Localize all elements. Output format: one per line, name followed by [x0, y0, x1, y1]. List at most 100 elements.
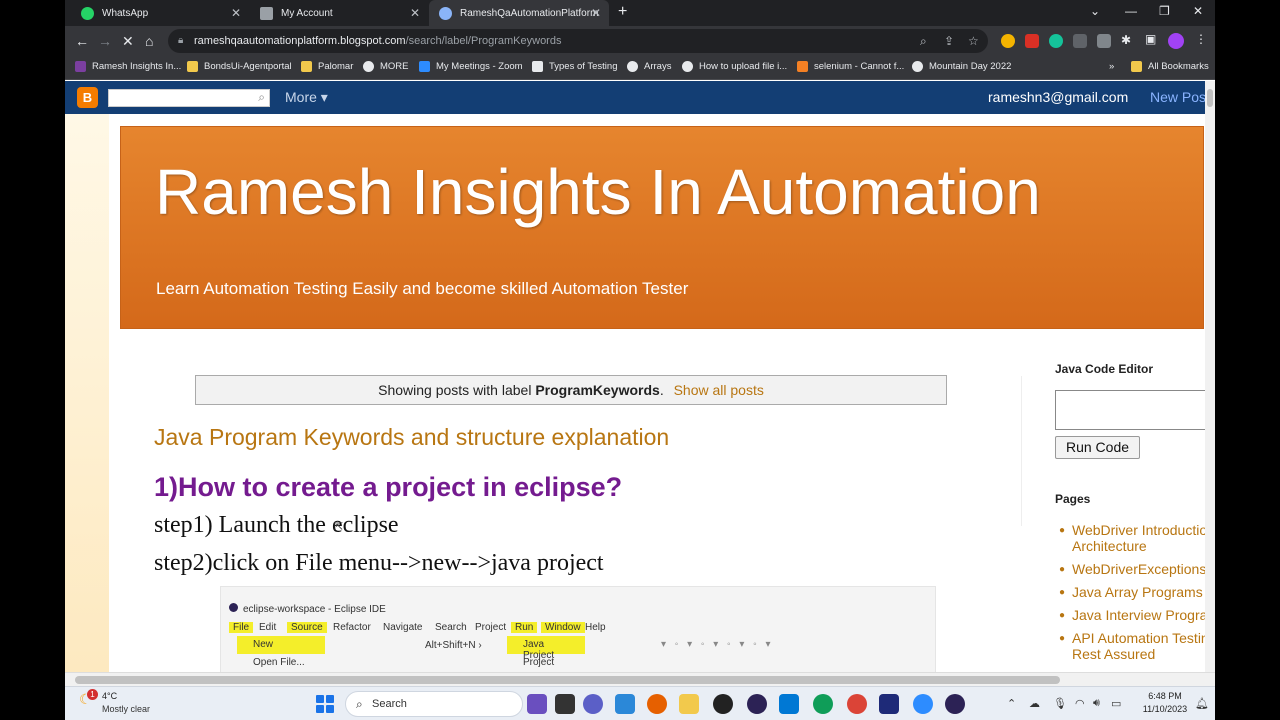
- battery-icon[interactable]: ▭: [1111, 697, 1121, 710]
- tab-my-account[interactable]: My Account ✕: [250, 0, 428, 26]
- page-link-java-array-programs[interactable]: Java Array Programs: [1072, 584, 1203, 600]
- home-icon[interactable]: ⌂: [145, 33, 153, 49]
- bookmark-item[interactable]: selenium - Cannot f...: [797, 61, 904, 72]
- blog-title[interactable]: Ramesh Insights In Automation: [155, 155, 1041, 229]
- eclipse-menu-search: Search: [435, 622, 467, 633]
- weather-description[interactable]: Mostly clear: [102, 704, 150, 714]
- all-bookmarks[interactable]: All Bookmarks: [1131, 61, 1209, 72]
- chrome-icon[interactable]: [847, 694, 867, 714]
- outlook-icon[interactable]: [779, 694, 799, 714]
- bullet-icon: ●: [1059, 610, 1066, 621]
- zoom-icon[interactable]: ⌕: [920, 34, 927, 49]
- close-icon[interactable]: ✕: [410, 6, 420, 20]
- bookmark-item[interactable]: Ramesh Insights In...: [75, 61, 181, 72]
- address-bar[interactable]: 🔒︎ rameshqaautomationplatform.blogspot.c…: [168, 29, 988, 53]
- eclipse-shortcut: Alt+Shift+N ›: [425, 640, 482, 651]
- bookmark-item[interactable]: Arrays: [627, 61, 671, 72]
- page-link-architecture[interactable]: Architecture: [1072, 538, 1147, 554]
- avatar[interactable]: [1168, 33, 1184, 49]
- page-link-api-automation[interactable]: API Automation Testin: [1072, 630, 1209, 646]
- bookmark-item[interactable]: BondsUi-Agentportal: [187, 61, 292, 72]
- close-icon[interactable]: ✕: [231, 6, 241, 20]
- firefox-icon[interactable]: [647, 694, 667, 714]
- url-text[interactable]: rameshqaautomationplatform.blogspot.com/…: [194, 35, 561, 47]
- horizontal-scrollbar[interactable]: [65, 672, 1215, 686]
- close-window-icon[interactable]: ✕: [1193, 4, 1203, 18]
- dell-icon[interactable]: [713, 694, 733, 714]
- menu-icon[interactable]: ⋮: [1195, 32, 1207, 46]
- lock-icon[interactable]: 🔒︎: [178, 35, 183, 46]
- horizontal-scroll-thumb[interactable]: [75, 676, 1060, 684]
- back-icon[interactable]: ←: [75, 33, 89, 49]
- page-link-java-interview[interactable]: Java Interview Progra: [1072, 607, 1207, 623]
- new-post-link[interactable]: New Post: [1150, 89, 1210, 105]
- file-explorer-icon[interactable]: [679, 694, 699, 714]
- minimize-icon[interactable]: —: [1125, 4, 1137, 18]
- eclipse-icon[interactable]: [945, 694, 965, 714]
- vertical-scrollbar[interactable]: [1205, 81, 1215, 672]
- bullet-icon: ●: [1059, 587, 1066, 598]
- bookmark-item[interactable]: Palomar: [301, 61, 353, 72]
- extension-icon[interactable]: [1025, 34, 1039, 48]
- tray-overflow-icon[interactable]: ⌃: [1007, 697, 1016, 710]
- wifi-icon[interactable]: ◠: [1075, 697, 1085, 710]
- folder-icon: [187, 61, 198, 72]
- bookmark-star-icon[interactable]: ☆: [968, 34, 979, 48]
- bookmark-item[interactable]: My Meetings - Zoom: [419, 61, 523, 72]
- blog-search-input[interactable]: ⌕: [108, 89, 270, 107]
- page-link-webdriver-exceptions[interactable]: WebDriverExceptions: [1072, 561, 1206, 577]
- side-panel-icon[interactable]: ▣: [1145, 32, 1156, 46]
- start-button[interactable]: [316, 695, 334, 713]
- microphone-icon[interactable]: 🎙︎: [1053, 697, 1067, 710]
- eclipse-menu-edit: Edit: [259, 622, 277, 633]
- store-icon[interactable]: [615, 694, 635, 714]
- extension-icon[interactable]: [1001, 34, 1015, 48]
- puzzle-icon[interactable]: ✱: [1121, 33, 1131, 47]
- forward-icon[interactable]: →: [98, 33, 112, 49]
- clock-time[interactable]: 6:48 PM: [1135, 691, 1195, 701]
- copilot-icon[interactable]: [527, 694, 547, 714]
- page-link-webdriver-intro[interactable]: WebDriver Introductio: [1072, 522, 1207, 538]
- restore-icon[interactable]: ❐: [1159, 4, 1170, 18]
- screen: WhatsApp ✕ My Account ✕ RameshQaAutomati…: [65, 0, 1215, 720]
- zoom-app-icon[interactable]: [913, 694, 933, 714]
- grammarly-icon[interactable]: [1049, 34, 1063, 48]
- tab-whatsapp[interactable]: WhatsApp ✕: [71, 0, 249, 26]
- run-code-button[interactable]: Run Code: [1055, 436, 1140, 459]
- weather-temperature[interactable]: 4°C: [102, 691, 117, 701]
- new-tab-icon[interactable]: +: [618, 3, 627, 21]
- status-prefix: Showing posts with label: [378, 382, 532, 398]
- post-title[interactable]: Java Program Keywords and structure expl…: [154, 424, 669, 451]
- bookmarks-overflow[interactable]: »: [1109, 61, 1114, 72]
- extension-icon[interactable]: [1073, 34, 1087, 48]
- page-link-rest-assured[interactable]: Rest Assured: [1072, 646, 1155, 662]
- taskbar-search[interactable]: ⌕ Search: [345, 691, 523, 717]
- onedrive-icon[interactable]: ☁: [1029, 697, 1040, 710]
- extension-icon[interactable]: [1097, 34, 1111, 48]
- file-icon[interactable]: [555, 694, 575, 714]
- bookmark-item[interactable]: How to upload file i...: [682, 61, 787, 72]
- bookmark-item[interactable]: MORE: [363, 61, 409, 72]
- vertical-scroll-thumb[interactable]: [1207, 89, 1213, 107]
- user-email[interactable]: rameshn3@gmail.com: [988, 89, 1128, 105]
- bookmark-item[interactable]: Mountain Day 2022: [912, 61, 1011, 72]
- close-icon[interactable]: ✕: [591, 6, 601, 20]
- teams-icon[interactable]: [583, 694, 603, 714]
- volume-icon[interactable]: 🔊︎: [1093, 697, 1100, 710]
- tab-search-icon[interactable]: ⌄: [1090, 4, 1100, 18]
- share-icon[interactable]: ⇪: [944, 34, 954, 48]
- bookmark-item[interactable]: Types of Testing: [532, 61, 617, 72]
- stop-icon[interactable]: ✕: [122, 33, 134, 50]
- blogger-logo-icon[interactable]: B: [77, 87, 98, 108]
- notification-icon[interactable]: 🔔︎: [1195, 697, 1209, 710]
- tab-rameshqa[interactable]: RameshQaAutomationPlatform ✕: [429, 0, 609, 26]
- blog-header: Ramesh Insights In Automation Learn Auto…: [120, 126, 1204, 329]
- eclipse-icon[interactable]: [747, 694, 767, 714]
- edge-icon[interactable]: [813, 694, 833, 714]
- show-all-posts-link[interactable]: Show all posts: [674, 382, 764, 398]
- code-editor-textarea[interactable]: [1055, 390, 1215, 430]
- webex-icon[interactable]: [879, 694, 899, 714]
- search-icon[interactable]: ⌕: [258, 90, 265, 105]
- clock-date[interactable]: 11/10/2023: [1135, 704, 1195, 714]
- more-menu[interactable]: More ▾: [285, 89, 328, 106]
